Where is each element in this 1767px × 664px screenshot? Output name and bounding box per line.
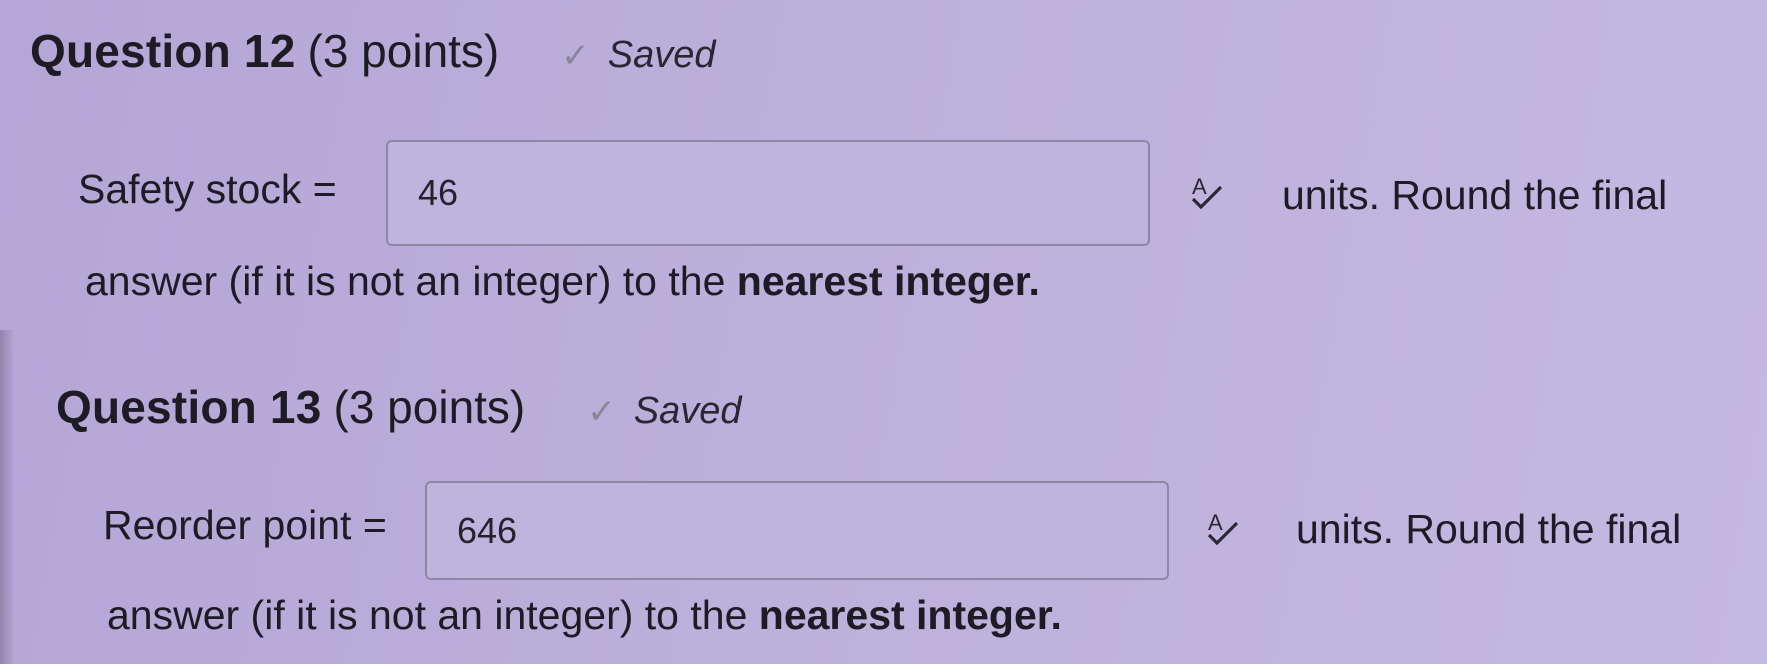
svg-text:A: A	[1192, 174, 1207, 199]
check-icon: ✓	[587, 393, 616, 431]
instructions-text: answer (if it is not an integer) to the	[85, 258, 726, 304]
svg-text:A: A	[1208, 510, 1223, 535]
saved-label: Saved	[607, 34, 716, 76]
instructions-emphasis: nearest integer.	[736, 258, 1040, 304]
saved-label: Saved	[633, 390, 742, 432]
question-12-suffix: units. Round the final	[1282, 172, 1668, 218]
instructions-text: answer (if it is not an integer) to the	[107, 592, 748, 638]
question-12-header: Question 12 (3 points) ✓ Saved	[30, 24, 716, 78]
saved-status: ✓ Saved	[561, 34, 715, 77]
spellcheck-icon[interactable]: A	[1187, 172, 1227, 212]
question-12-prompt: Safety stock =	[78, 166, 337, 212]
saved-status: ✓ Saved	[587, 390, 741, 433]
question-points: (3 points)	[333, 381, 526, 433]
question-title: Question 13	[56, 381, 322, 433]
check-icon: ✓	[561, 37, 590, 75]
safety-stock-input[interactable]: 46	[386, 140, 1150, 246]
question-13-instructions: answer (if it is not an integer) to the …	[107, 592, 1062, 639]
question-points: (3 points)	[307, 25, 500, 77]
question-12-instructions: answer (if it is not an integer) to the …	[85, 258, 1040, 305]
reorder-point-input[interactable]: 646	[425, 481, 1169, 580]
question-13-prompt: Reorder point =	[103, 502, 387, 548]
question-13-header: Question 13 (3 points) ✓ Saved	[56, 380, 742, 434]
spellcheck-icon[interactable]: A	[1203, 508, 1243, 548]
question-title: Question 12	[30, 25, 296, 77]
instructions-emphasis: nearest integer.	[758, 592, 1062, 638]
question-13-suffix: units. Round the final	[1296, 506, 1682, 552]
left-edge-shadow	[0, 330, 14, 664]
